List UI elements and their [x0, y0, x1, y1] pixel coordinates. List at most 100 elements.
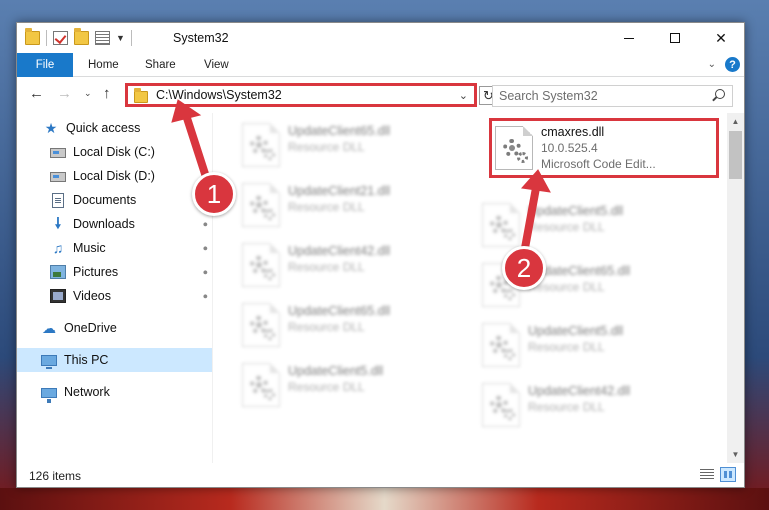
file-item[interactable]: UpdateClient21.dll Resource DLL: [236, 179, 468, 233]
sidebar-item-downloads[interactable]: 🠗 Downloads ●: [50, 212, 212, 236]
properties-check-icon[interactable]: [53, 31, 68, 45]
pin-icon[interactable]: ●: [200, 219, 211, 230]
file-type: Resource DLL: [288, 380, 365, 394]
music-icon: ♫: [52, 240, 64, 256]
pin-icon[interactable]: ●: [200, 291, 211, 302]
recent-locations-chevron-icon[interactable]: ⌄: [84, 88, 92, 99]
vertical-scrollbar[interactable]: ▲ ▼: [727, 113, 744, 463]
sidebar-item-documents[interactable]: Documents: [50, 188, 212, 212]
tab-view[interactable]: View: [204, 53, 229, 77]
help-icon[interactable]: ?: [725, 57, 740, 72]
back-arrow-icon[interactable]: ←: [29, 85, 44, 102]
file-name: UpdateClient65.dll: [288, 124, 391, 138]
file-explorer-window: ▼ System32 ✕ File Home Share View ⌄ ? ← …: [16, 22, 745, 488]
file-item[interactable]: UpdateClient5.dll Resource DLL: [476, 319, 708, 373]
customize-toolbar-dropdown-icon[interactable]: ▼: [116, 33, 125, 43]
ribbon-tabs: File Home Share View ⌄ ?: [17, 53, 744, 77]
scrollbar-thumb[interactable]: [729, 131, 742, 179]
close-icon: ✕: [715, 29, 727, 46]
dll-file-icon: [242, 183, 280, 227]
sidebar-item-this-pc[interactable]: This PC: [17, 348, 212, 372]
search-input[interactable]: [499, 88, 699, 104]
scroll-down-arrow-icon[interactable]: ▼: [727, 446, 744, 463]
new-folder-icon[interactable]: [74, 28, 89, 45]
dll-file-icon: [482, 203, 520, 247]
dll-file-icon: [242, 363, 280, 407]
address-folder-icon: [134, 87, 148, 103]
sidebar-item-label: Downloads: [73, 217, 135, 231]
sidebar-item-quick-access[interactable]: ★ Quick access: [43, 116, 212, 140]
sidebar-item-local-disk-c[interactable]: Local Disk (C:): [50, 140, 212, 164]
document-icon: [52, 192, 64, 208]
close-button[interactable]: ✕: [698, 23, 744, 53]
navigation-pane: ★ Quick access Local Disk (C:) Local Dis…: [17, 113, 212, 463]
pin-icon[interactable]: ●: [200, 243, 211, 254]
sidebar-item-label: Documents: [73, 193, 137, 207]
search-icon[interactable]: [715, 89, 725, 99]
file-name: UpdateClient5.dll: [288, 364, 384, 378]
toolbar-divider: [130, 30, 132, 46]
sidebar-item-pictures[interactable]: Pictures ●: [50, 260, 212, 284]
file-name: UpdateClient5.dll: [528, 324, 624, 338]
expand-ribbon-chevron-icon[interactable]: ⌄: [708, 59, 716, 70]
sidebar-item-network[interactable]: Network: [41, 380, 212, 404]
file-type: Resource DLL: [528, 340, 605, 354]
pane-divider[interactable]: [212, 113, 213, 463]
forward-arrow-icon[interactable]: →: [57, 85, 72, 102]
status-bar: 126 items: [17, 463, 744, 487]
file-name: cmaxres.dll: [541, 125, 605, 139]
file-name: UpdateClient42.dll: [528, 384, 631, 398]
quick-access-toolbar: ▼: [25, 28, 132, 46]
file-item[interactable]: UpdateClient65.dll Resource DLL: [236, 299, 468, 353]
tab-home[interactable]: Home: [88, 53, 119, 77]
tiles-view-icon[interactable]: [720, 467, 736, 482]
tab-file[interactable]: File: [17, 53, 73, 77]
file-name: UpdateClient21.dll: [288, 184, 391, 198]
tab-share[interactable]: Share: [145, 53, 176, 77]
folder-icon: [25, 28, 40, 45]
network-icon: [41, 388, 57, 403]
sidebar-item-label: Network: [64, 385, 110, 399]
file-item[interactable]: UpdateClient42.dll Resource DLL: [476, 379, 708, 433]
details-view-icon[interactable]: [700, 469, 714, 481]
sidebar-item-onedrive[interactable]: ☁ OneDrive: [41, 316, 212, 340]
navigation-bar: ← → ⌄ ↑ C:\Windows\System32 ⌄ ↻: [17, 78, 744, 112]
dll-file-icon: [242, 243, 280, 287]
address-dropdown-chevron-icon[interactable]: ⌄: [459, 89, 468, 102]
file-version: 10.0.525.4: [541, 141, 598, 155]
sidebar-item-label: This PC: [64, 353, 109, 367]
step-2-callout: 2: [502, 246, 546, 290]
minimize-button[interactable]: [606, 23, 652, 53]
file-item[interactable]: UpdateClient5.dll Resource DLL: [236, 359, 468, 413]
scroll-up-arrow-icon[interactable]: ▲: [727, 113, 744, 130]
sidebar-item-videos[interactable]: Videos ●: [50, 284, 212, 308]
sidebar-item-music[interactable]: ♫ Music ●: [50, 236, 212, 260]
properties-icon[interactable]: [95, 31, 110, 45]
minimize-icon: [624, 37, 634, 39]
file-type: Resource DLL: [528, 220, 605, 234]
file-item[interactable]: UpdateClient42.dll Resource DLL: [236, 239, 468, 293]
maximize-button[interactable]: [652, 23, 698, 53]
file-type: Resource DLL: [288, 260, 365, 274]
sidebar-item-label: Pictures: [73, 265, 119, 279]
disk-icon: [50, 148, 66, 158]
dll-file-icon: [482, 383, 520, 427]
item-count: 126 items: [29, 469, 82, 483]
sidebar-item-local-disk-d[interactable]: Local Disk (D:): [50, 164, 212, 188]
file-type: Resource DLL: [288, 140, 365, 154]
file-item-cmaxres[interactable]: cmaxres.dll 10.0.525.4 Microsoft Code Ed…: [489, 118, 719, 178]
file-item[interactable]: UpdateClient5.dll Resource DLL: [476, 199, 708, 253]
up-arrow-icon[interactable]: ↑: [103, 85, 111, 102]
computer-icon: [41, 354, 57, 369]
pictures-icon: [50, 265, 66, 279]
file-type: Resource DLL: [528, 280, 605, 294]
title-bar: ▼ System32 ✕: [17, 23, 744, 53]
maximize-icon: [670, 33, 680, 43]
address-bar[interactable]: C:\Windows\System32 ⌄: [125, 83, 477, 107]
file-name: UpdateClient5.dll: [528, 204, 624, 218]
file-type: Resource DLL: [288, 320, 365, 334]
file-item[interactable]: UpdateClient65.dll Resource DLL: [236, 119, 468, 173]
pin-icon[interactable]: ●: [200, 267, 211, 278]
step-1-callout: 1: [192, 172, 236, 216]
search-box[interactable]: [492, 85, 733, 107]
